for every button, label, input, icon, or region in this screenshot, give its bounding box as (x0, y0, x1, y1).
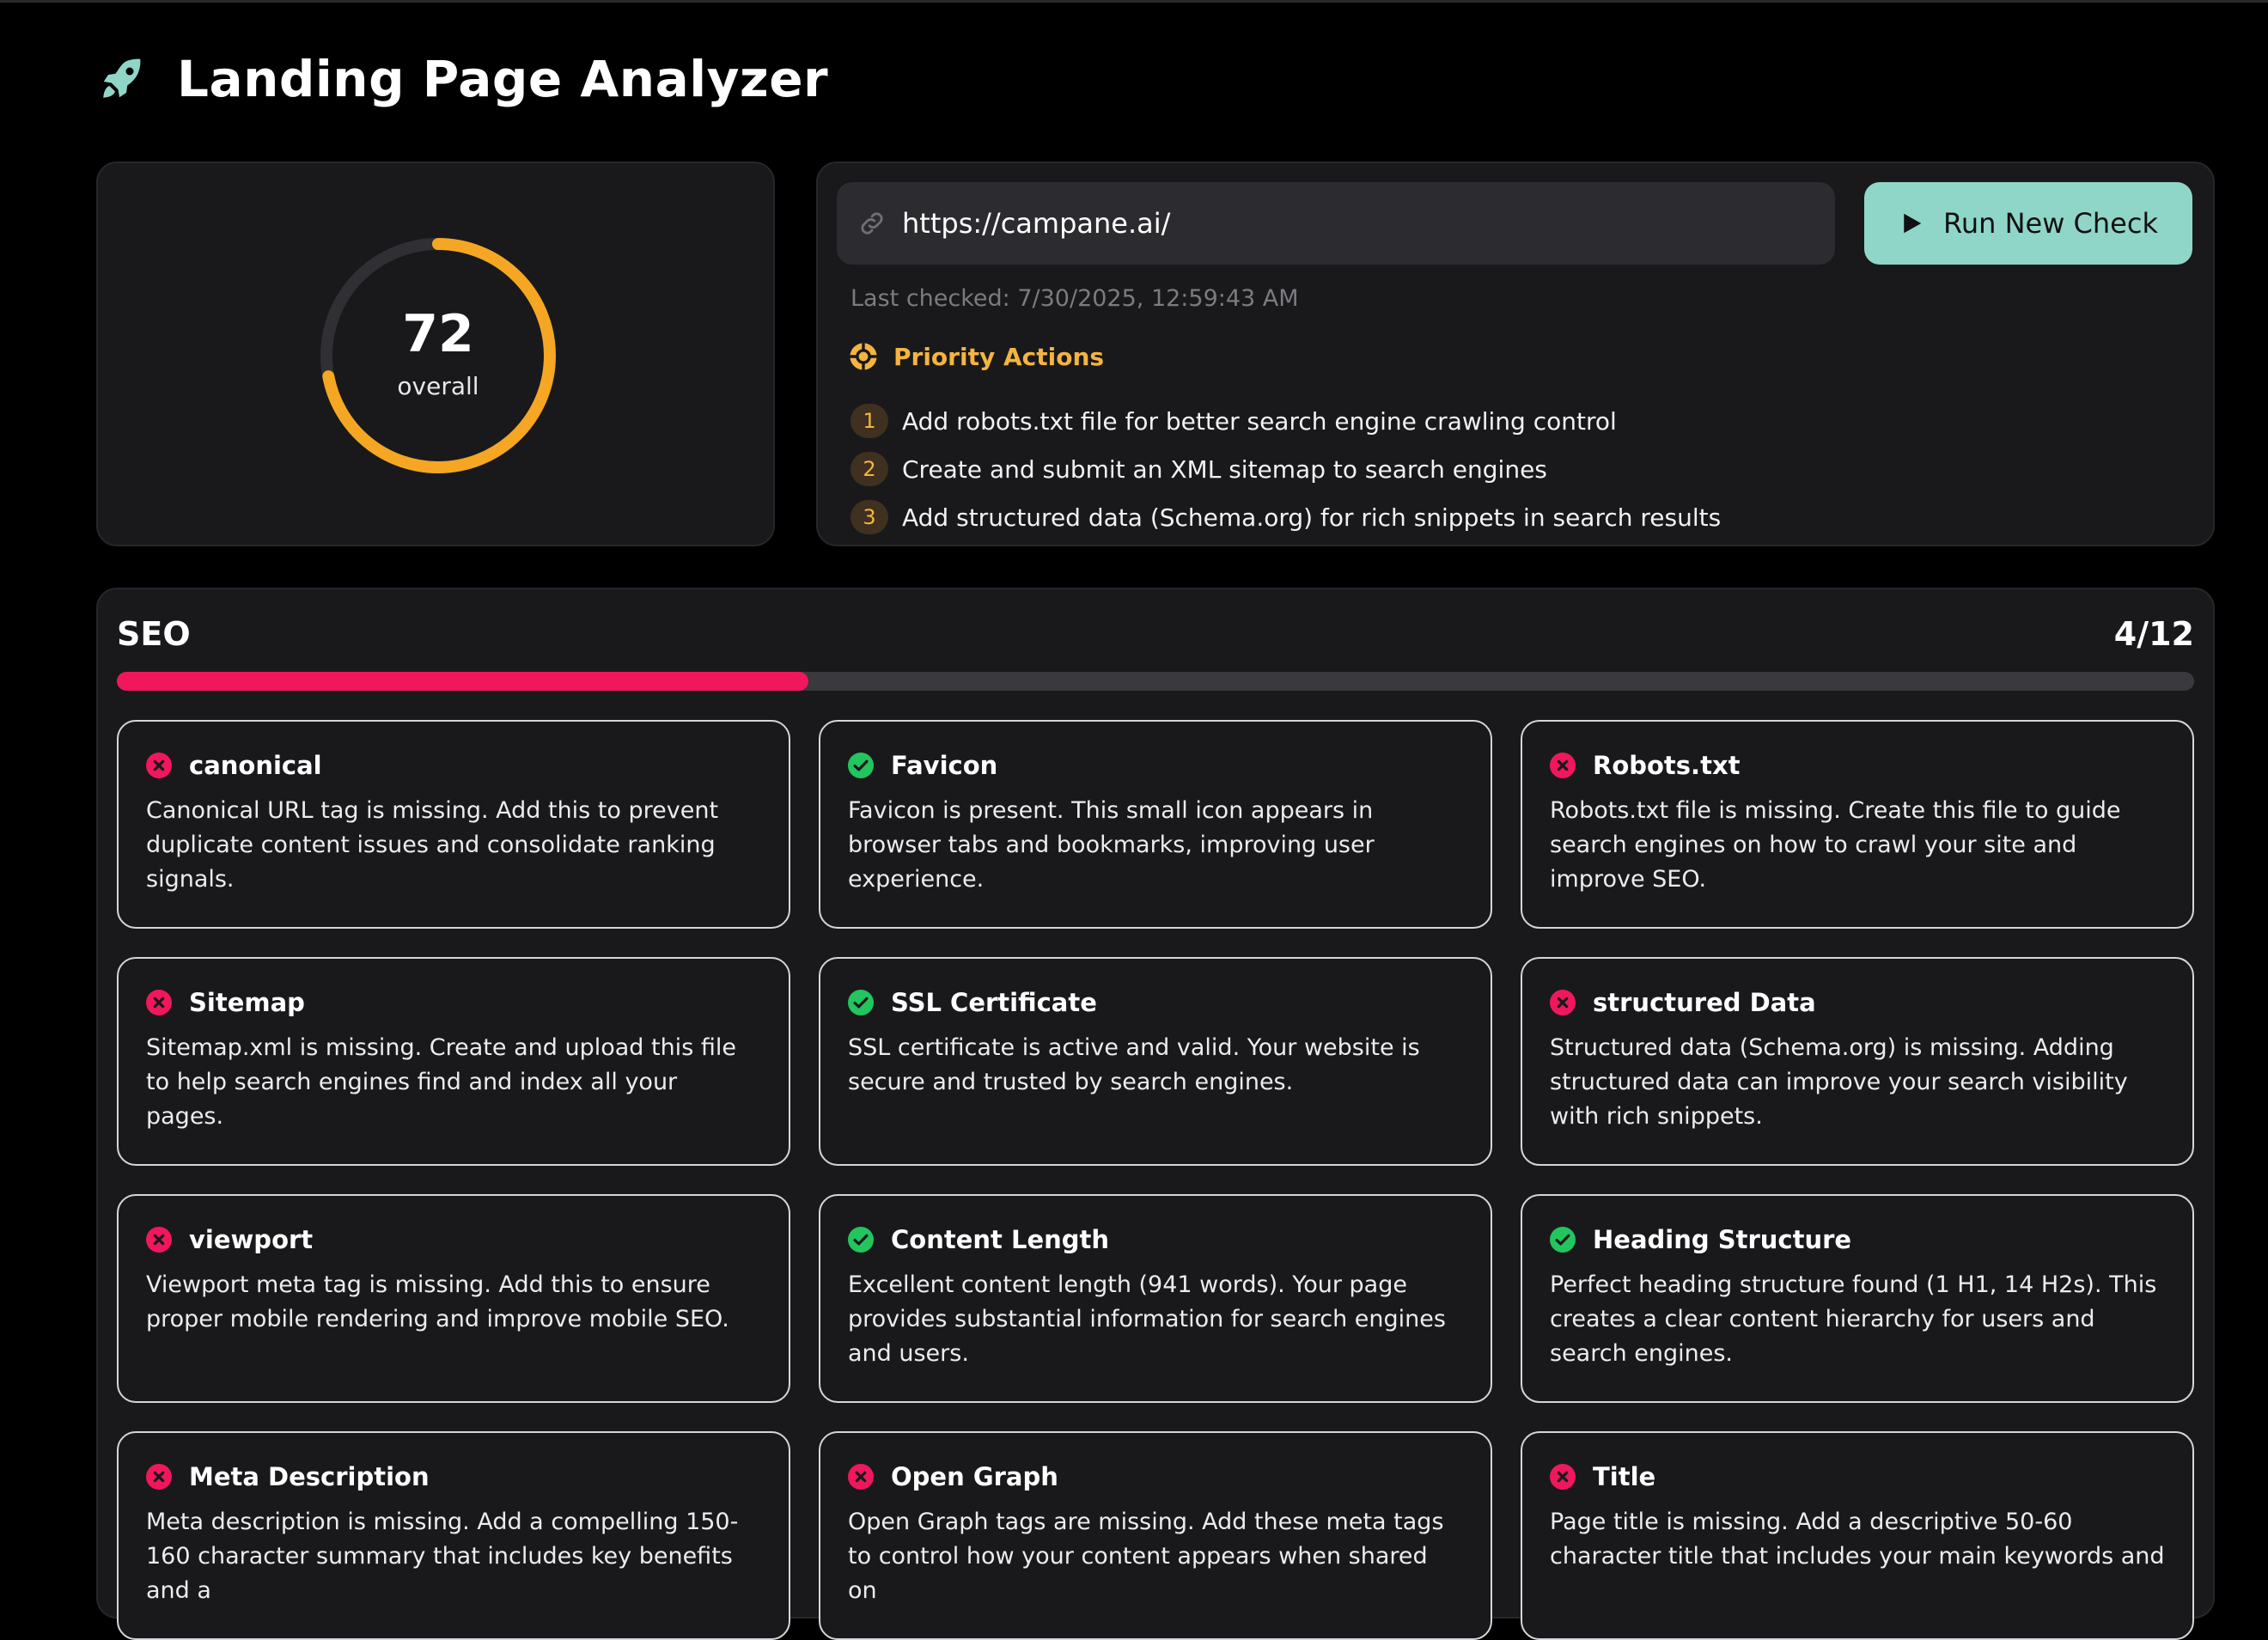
overall-score-card: 72 overall (96, 162, 775, 546)
priority-actions-list: 1 Add robots.txt file for better search … (850, 397, 1721, 541)
seo-check-description: Perfect heading structure found (1 H1, 1… (1550, 1271, 2157, 1367)
priority-action-item: 2 Create and submit an XML sitemap to se… (850, 445, 1721, 493)
seo-check-card: structured Data Structured data (Schema.o… (1521, 957, 2194, 1166)
priority-action-text: Add robots.txt file for better search en… (902, 406, 1617, 436)
seo-check-description: Canonical URL tag is missing. Add this t… (146, 797, 719, 893)
seo-check-card: Favicon Favicon is present. This small ic… (819, 720, 1492, 929)
seo-check-name: Meta Description (189, 1462, 430, 1491)
seo-section-title: SEO (117, 615, 191, 653)
x-circle-icon (146, 1464, 172, 1490)
check-circle-icon (848, 990, 874, 1015)
priority-action-text: Create and submit an XML sitemap to sear… (902, 454, 1547, 484)
seo-check-card: Heading Structure Perfect heading structu… (1521, 1194, 2194, 1403)
seo-check-name: Content Length (891, 1225, 1110, 1254)
seo-check-card: Sitemap Sitemap.xml is missing. Create an… (117, 957, 790, 1166)
check-circle-icon (1550, 1227, 1576, 1253)
seo-check-name: Title (1593, 1462, 1656, 1491)
x-circle-icon (1550, 990, 1576, 1015)
priority-action-item: 1 Add robots.txt file for better search … (850, 397, 1721, 445)
seo-pass-count: 4/12 (2113, 615, 2194, 653)
seo-checks-grid: canonical Canonical URL tag is missing. A… (117, 720, 2194, 1640)
x-circle-icon (146, 1227, 172, 1253)
seo-check-description: Robots.txt file is missing. Create this … (1550, 797, 2121, 893)
check-circle-icon (848, 753, 874, 778)
overall-score-value: 72 (402, 303, 474, 364)
url-input[interactable] (902, 207, 1830, 240)
seo-check-description: Structured data (Schema.org) is missing.… (1550, 1034, 2128, 1130)
seo-check-name: Robots.txt (1593, 751, 1741, 780)
x-circle-icon (848, 1464, 874, 1490)
seo-check-name: SSL Certificate (891, 988, 1097, 1017)
play-icon (1904, 213, 1922, 234)
seo-check-name: Heading Structure (1593, 1225, 1852, 1254)
seo-check-card: Meta Description Meta description is miss… (117, 1431, 790, 1640)
last-checked-text: Last checked: 7/30/2025, 12:59:43 AM (850, 285, 1299, 312)
seo-check-description: SSL certificate is active and valid. You… (848, 1034, 1420, 1095)
seo-check-card: Open Graph Open Graph tags are missing. A… (819, 1431, 1492, 1640)
check-circle-icon (848, 1227, 874, 1253)
url-field[interactable] (837, 182, 1835, 265)
priority-actions-heading: Priority Actions (849, 342, 1104, 371)
seo-check-name: structured Data (1593, 988, 1816, 1017)
check-panel: Run New Check Last checked: 7/30/2025, 1… (816, 162, 2215, 546)
seo-check-card: SSL Certificate SSL certificate is active… (819, 957, 1492, 1166)
priority-number-badge: 3 (850, 500, 888, 534)
app-title: Landing Page Analyzer (177, 50, 829, 108)
link-icon (861, 212, 883, 235)
seo-check-description: Page title is missing. Add a descriptive… (1550, 1509, 2165, 1570)
x-circle-icon (146, 990, 172, 1015)
seo-check-description: Meta description is missing. Add a compe… (146, 1509, 739, 1604)
target-icon (850, 343, 877, 370)
seo-check-card: Title Page title is missing. Add a descri… (1521, 1431, 2194, 1640)
seo-check-name: Favicon (891, 751, 998, 780)
seo-check-description: Sitemap.xml is missing. Create and uploa… (146, 1034, 736, 1130)
seo-check-name: canonical (189, 751, 322, 780)
priority-number-badge: 2 (850, 452, 888, 486)
priority-actions-title: Priority Actions (893, 342, 1105, 371)
seo-check-description: Favicon is present. This small icon appe… (848, 797, 1375, 893)
priority-action-item: 3 Add structured data (Schema.org) for r… (850, 493, 1721, 541)
seo-check-name: Open Graph (891, 1462, 1058, 1491)
run-new-check-button[interactable]: Run New Check (1864, 182, 2192, 265)
seo-progress-bar (117, 672, 2194, 691)
seo-check-name: Sitemap (189, 988, 305, 1017)
run-new-check-label: Run New Check (1943, 207, 2158, 240)
overall-score-label: overall (397, 371, 479, 400)
priority-action-text: Add structured data (Schema.org) for ric… (902, 503, 1722, 532)
seo-check-name: viewport (189, 1225, 314, 1254)
seo-check-card: Content Length Excellent content length (… (819, 1194, 1492, 1403)
priority-number-badge: 1 (850, 404, 888, 438)
x-circle-icon (1550, 753, 1576, 778)
app-header: Landing Page Analyzer (96, 45, 828, 113)
seo-check-card: viewport Viewport meta tag is missing. Ad… (117, 1194, 790, 1403)
seo-progress-fill (117, 672, 809, 691)
seo-check-description: Excellent content length (941 words). Yo… (848, 1271, 1446, 1367)
x-circle-icon (1550, 1464, 1576, 1490)
rocket-icon (103, 58, 141, 98)
seo-check-description: Viewport meta tag is missing. Add this t… (146, 1271, 729, 1332)
seo-check-card: Robots.txt Robots.txt file is missing. Cr… (1521, 720, 2194, 929)
seo-check-card: canonical Canonical URL tag is missing. A… (117, 720, 790, 929)
seo-check-description: Open Graph tags are missing. Add these m… (848, 1509, 1444, 1604)
x-circle-icon (146, 753, 172, 778)
window-top-border (0, 0, 2268, 3)
seo-section: SEO 4/12 canonical Canonical URL tag is m… (96, 588, 2215, 1640)
